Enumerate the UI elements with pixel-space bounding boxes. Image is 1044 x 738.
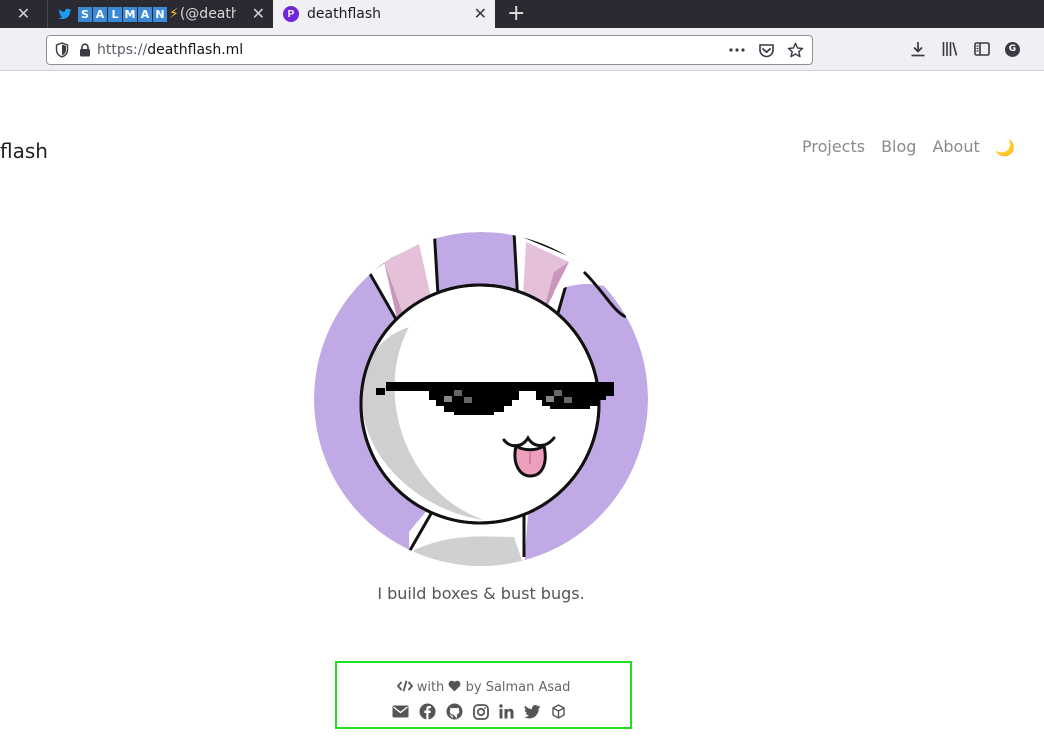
code-icon (396, 680, 413, 692)
url-text[interactable]: https://deathflash.ml (97, 42, 243, 58)
instagram-icon[interactable] (473, 703, 489, 720)
badge-letter: L (108, 6, 122, 22)
lightning-icon: ⚡ (169, 6, 179, 22)
heart-icon (448, 680, 461, 692)
site-title[interactable]: flash (0, 139, 48, 163)
pocket-icon[interactable] (758, 42, 775, 59)
close-tab-icon[interactable]: ✕ (474, 5, 487, 23)
url-protocol: https:// (97, 42, 148, 58)
profile-avatar-icon[interactable]: G (1005, 41, 1020, 57)
hackthebox-icon[interactable] (551, 704, 566, 719)
github-icon[interactable] (446, 703, 463, 720)
tab-title: deathflash (307, 6, 382, 22)
site-favicon-icon: P (283, 6, 299, 22)
badge-letter: M (123, 6, 137, 22)
bookmark-star-icon[interactable] (787, 42, 804, 59)
library-icon[interactable] (941, 40, 959, 58)
nav-link-blog[interactable]: Blog (881, 137, 916, 156)
lock-icon[interactable] (79, 43, 91, 57)
social-links (392, 703, 566, 720)
close-tab-icon[interactable]: ✕ (252, 5, 265, 23)
sidebar-icon[interactable] (973, 40, 991, 58)
facebook-icon[interactable] (419, 703, 436, 720)
twitter-icon[interactable] (524, 704, 541, 719)
site-nav: Projects Blog About (802, 137, 980, 156)
nav-link-about[interactable]: About (932, 137, 979, 156)
footer-highlight-box: with by Salman Asad (335, 661, 632, 729)
tab-title: (@deathflash (179, 6, 236, 22)
shield-icon[interactable] (55, 42, 69, 58)
footer-with: with (416, 680, 445, 695)
new-tab-button[interactable]: + (507, 3, 525, 25)
tab-strip: ✕ S A L M A N ⚡ (@deathflash ✕ P deathfl… (0, 0, 1044, 28)
badge-letter: N (153, 6, 167, 22)
footer-by: by (465, 680, 482, 695)
avatar-image (314, 232, 648, 566)
linkedin-icon[interactable] (499, 704, 514, 719)
twitter-name-badge: S A L M A N (78, 6, 167, 22)
navigation-toolbar: https://deathflash.ml G (0, 28, 1044, 71)
badge-letter: A (138, 6, 152, 22)
badge-letter: A (93, 6, 107, 22)
url-actions (728, 41, 804, 59)
site-tagline: I build boxes & bust bugs. (377, 584, 585, 603)
close-tab-icon[interactable]: ✕ (17, 5, 30, 23)
twitter-bird-icon (58, 8, 72, 20)
url-bar[interactable]: https://deathflash.ml (46, 35, 813, 65)
dark-mode-moon-icon[interactable]: 🌙 (995, 138, 1015, 157)
tab-previous[interactable]: ✕ (0, 0, 48, 28)
toolbar-icons: G (909, 40, 1020, 58)
downloads-icon[interactable] (909, 40, 927, 58)
tab-deathflash[interactable]: P deathflash ✕ (273, 0, 495, 28)
tab-twitter[interactable]: S A L M A N ⚡ (@deathflash ✕ (48, 0, 273, 28)
more-actions-icon[interactable] (728, 41, 746, 59)
footer-credit: with by Salman Asad (337, 680, 630, 695)
nav-link-projects[interactable]: Projects (802, 137, 865, 156)
badge-letter: S (78, 6, 92, 22)
url-host: deathflash.ml (147, 42, 244, 58)
email-icon[interactable] (392, 705, 409, 718)
author-link[interactable]: Salman Asad (486, 680, 571, 695)
